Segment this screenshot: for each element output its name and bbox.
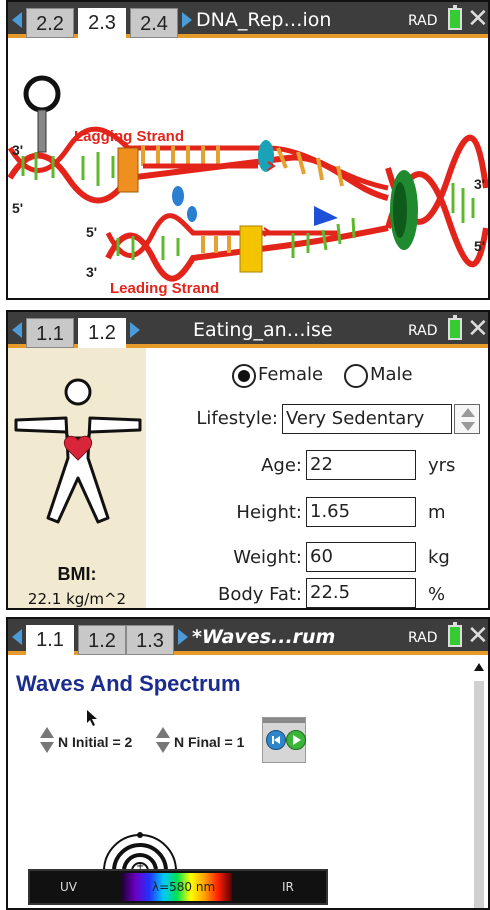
tab-1-1[interactable]: 1.1 (26, 625, 74, 659)
dna-replication-diagram (8, 75, 488, 282)
tab-scroll-right-icon[interactable] (130, 322, 140, 338)
leading-strand-label: Leading Strand (110, 280, 220, 297)
atom-model-icon: + (103, 832, 177, 871)
battery-icon (448, 5, 462, 30)
reset-button[interactable] (266, 730, 286, 750)
angle-mode-indicator: RAD (408, 630, 438, 646)
down-arrow-icon[interactable] (40, 742, 54, 753)
tab-bar: 2.2 2.3 2.4 DNA_Rep…ion RAD ✕ (8, 2, 488, 42)
bodyfat-field[interactable]: 22.5 (306, 578, 416, 608)
document-title: Eating_an…ise (193, 319, 333, 341)
eating-exercise-panel: 1.1 1.2 Eating_an…ise RAD ✕ BMI: 22.1 kg… (6, 310, 490, 610)
tab-2-2[interactable]: 2.2 (26, 8, 74, 38)
lifestyle-label: Lifestyle: (196, 408, 278, 429)
height-unit: m (428, 502, 446, 523)
down-arrow-icon[interactable] (156, 742, 170, 753)
tab-scroll-right-icon[interactable] (178, 629, 188, 645)
age-field[interactable]: 22 (306, 450, 416, 480)
battery-icon (448, 622, 462, 647)
n-final-label: N Final = 1 (174, 734, 245, 750)
prime-label: 5' (86, 224, 98, 240)
ir-label: IR (282, 880, 294, 894)
play-icon (293, 735, 301, 745)
prime-label: 3' (12, 142, 24, 158)
polymerase-arrow-icon (314, 206, 338, 226)
rewind-icon (272, 736, 280, 744)
play-button[interactable] (286, 730, 306, 750)
prime-label: 3' (86, 264, 98, 280)
close-icon[interactable]: ✕ (467, 314, 488, 344)
tab-1-1[interactable]: 1.1 (26, 318, 74, 348)
body-figure-icon (14, 378, 142, 524)
angle-mode-indicator: RAD (408, 323, 438, 339)
lifestyle-select[interactable]: Very Sedentary (282, 404, 452, 434)
up-arrow-icon[interactable] (156, 727, 170, 738)
height-field[interactable]: 1.65 (306, 497, 416, 527)
angle-mode-indicator: RAD (408, 13, 438, 29)
bmi-sidebar: BMI: 22.1 kg/m^2 (8, 348, 146, 608)
bmi-value: 22.1 kg/m^2 (27, 590, 127, 608)
vertical-scrollbar[interactable] (472, 659, 486, 908)
tab-1-2[interactable]: 1.2 (78, 625, 126, 655)
bodyfat-unit: % (428, 584, 446, 605)
leading-strand (105, 206, 389, 282)
wavelength-readout: λ=580 nm (152, 880, 216, 894)
lagging-strand (8, 126, 389, 222)
n-initial-label: N Initial = 2 (58, 734, 133, 750)
bodyfat-label: Body Fat: (217, 584, 302, 605)
height-label: Height: (236, 502, 302, 523)
tab-scroll-right-icon[interactable] (182, 12, 192, 28)
weight-unit: kg (428, 547, 450, 568)
n-initial-stepper[interactable] (40, 727, 54, 755)
age-unit: yrs (428, 455, 456, 476)
tab-scroll-left-icon[interactable] (12, 629, 22, 645)
rnaprimer-marks (263, 161, 276, 237)
tab-bar: 1.1 1.2 1.3 *Waves...rum RAD ✕ (8, 619, 488, 659)
scroll-thumb[interactable] (474, 681, 484, 908)
dna-replication-panel: 2.2 2.3 2.4 DNA_Rep…ion RAD ✕ Lagging St… (6, 0, 490, 300)
battery-icon (448, 315, 462, 340)
female-label: Female (258, 364, 324, 385)
weight-label: Weight: (233, 547, 302, 568)
up-arrow-icon[interactable] (40, 727, 54, 738)
tab-2-3[interactable]: 2.3 (78, 8, 126, 42)
age-label: Age: (261, 455, 302, 476)
tab-1-2[interactable]: 1.2 (78, 318, 126, 352)
tab-scroll-left-icon[interactable] (12, 12, 22, 28)
weight-field[interactable]: 60 (306, 542, 416, 572)
tab-2-4[interactable]: 2.4 (130, 8, 178, 38)
tab-scroll-left-icon[interactable] (12, 322, 22, 338)
close-icon[interactable]: ✕ (467, 621, 488, 651)
prime-label: 5' (12, 200, 24, 216)
tab-bar: 1.1 1.2 Eating_an…ise RAD ✕ (8, 312, 488, 352)
prime-label: 3' (474, 176, 486, 192)
n-final-stepper[interactable] (156, 727, 170, 755)
male-radio[interactable] (344, 364, 368, 388)
prime-label: 5' (474, 238, 486, 254)
document-title: *Waves...rum (192, 626, 336, 648)
magnifier-icon (23, 75, 61, 153)
tab-1-3[interactable]: 1.3 (126, 625, 174, 655)
lifestyle-spinner[interactable] (454, 404, 480, 434)
up-arrow-icon[interactable] (461, 408, 475, 417)
scroll-up-icon[interactable] (474, 663, 484, 671)
page-title: Waves And Spectrum (16, 671, 241, 696)
close-icon[interactable]: ✕ (467, 4, 488, 34)
document-title: DNA_Rep…ion (196, 9, 332, 31)
male-label: Male (370, 364, 413, 385)
waves-spectrum-panel: 1.1 1.2 1.3 *Waves...rum RAD ✕ Waves And… (6, 617, 490, 910)
down-arrow-icon[interactable] (461, 422, 475, 431)
uv-label: UV (60, 880, 77, 894)
mouse-pointer-icon (87, 710, 97, 726)
female-radio[interactable] (232, 364, 256, 388)
animation-controls (262, 717, 306, 763)
spectrum-bar: UV λ=580 nm IR (28, 869, 328, 905)
lagging-strand-label: Lagging Strand (74, 128, 184, 145)
bmi-label: BMI: (57, 564, 97, 584)
